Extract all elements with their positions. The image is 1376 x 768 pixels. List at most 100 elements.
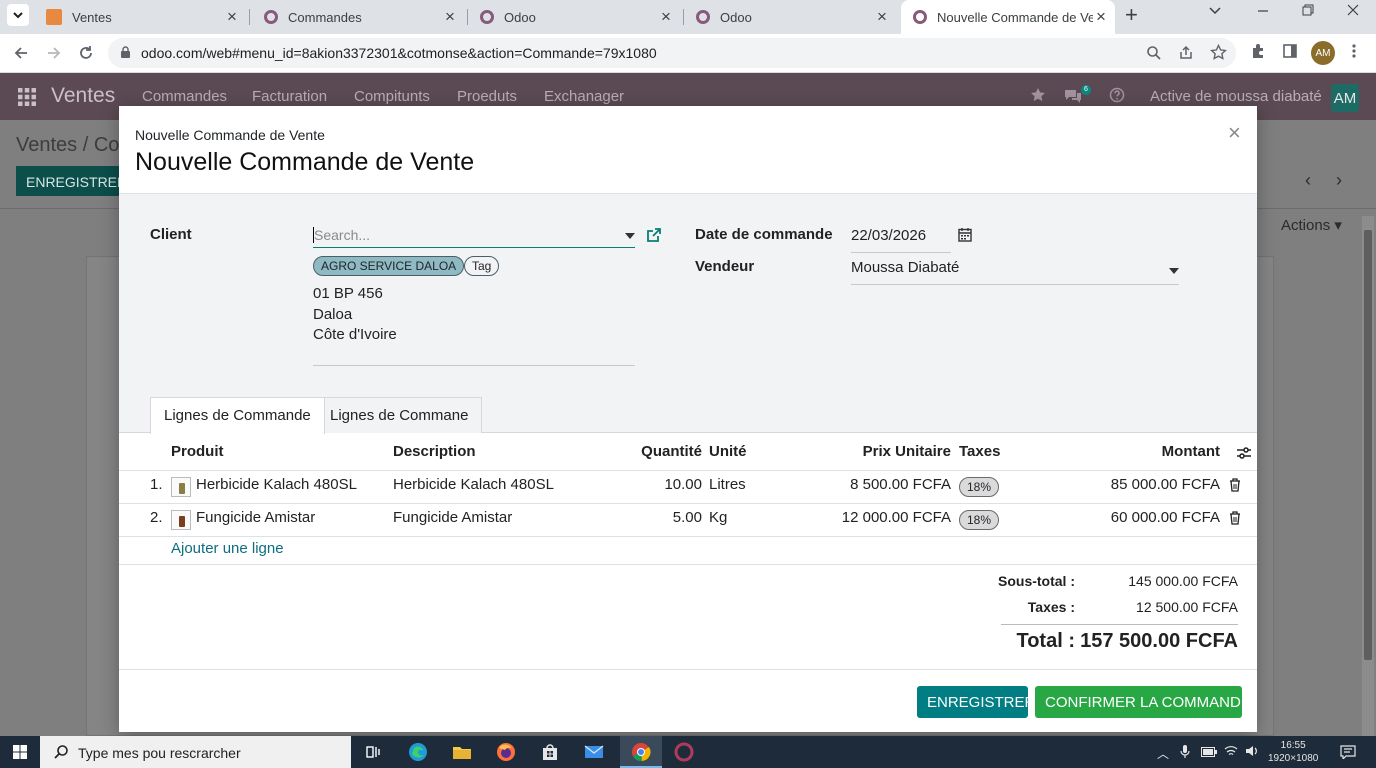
windows-start-icon[interactable] bbox=[13, 745, 27, 759]
star-icon[interactable] bbox=[1030, 87, 1046, 103]
add-line-link[interactable]: Ajouter une ligne bbox=[171, 540, 284, 557]
tax-badge[interactable]: 18% bbox=[959, 510, 1000, 530]
menu-compitunts[interactable]: Compitunts bbox=[354, 88, 430, 105]
browser-tab-active[interactable]: Nouvelle Commande de Vente × bbox=[901, 0, 1115, 34]
salesperson-field[interactable]: Moussa Diabaté bbox=[851, 259, 959, 276]
calendar-icon[interactable] bbox=[958, 227, 972, 242]
firefox-icon[interactable] bbox=[496, 742, 516, 762]
wifi-icon[interactable] bbox=[1224, 745, 1238, 757]
browser-tab-ventes[interactable]: Ventes × bbox=[34, 0, 250, 34]
help-icon[interactable] bbox=[1109, 87, 1125, 103]
menu-proeduts[interactable]: Proeduts bbox=[457, 88, 517, 105]
tab-close-icon[interactable]: × bbox=[442, 8, 458, 25]
column-header-taxes[interactable]: Taxes bbox=[959, 443, 1000, 460]
search-icon bbox=[54, 745, 68, 759]
tab-close-icon[interactable]: × bbox=[1093, 8, 1109, 25]
line-description[interactable]: Fungicide Amistar bbox=[393, 509, 512, 526]
side-panel-icon[interactable] bbox=[1282, 43, 1298, 59]
product-name[interactable]: Fungicide Amistar bbox=[196, 509, 315, 526]
mail-icon[interactable] bbox=[584, 742, 604, 762]
system-clock[interactable]: 16:55 1920×1080 bbox=[1268, 739, 1318, 765]
address-bar[interactable]: odoo.com/web#menu_id=8akion3372301&cotmo… bbox=[108, 38, 1236, 68]
column-header-quantity[interactable]: Quantité bbox=[622, 443, 702, 460]
minimize-icon[interactable] bbox=[1256, 3, 1270, 17]
column-header-product[interactable]: Produit bbox=[171, 443, 224, 460]
close-icon[interactable]: × bbox=[1228, 120, 1241, 146]
tray-chevron-up-icon[interactable]: ︿ bbox=[1157, 745, 1169, 762]
tab-order-lines-2[interactable]: Lignes de Commane bbox=[316, 397, 483, 433]
tab-close-icon[interactable]: × bbox=[658, 8, 674, 25]
browser-tab-bar: Ventes × Commandes × Odoo × Odoo × Nouve… bbox=[0, 0, 1376, 34]
line-unit-price[interactable]: 12 000.00 FCFA bbox=[819, 509, 951, 526]
new-tab-plus-icon[interactable]: + bbox=[1125, 4, 1138, 26]
volume-icon[interactable] bbox=[1245, 745, 1259, 757]
page-scrollbar[interactable] bbox=[1362, 216, 1374, 736]
task-view-icon[interactable] bbox=[363, 742, 383, 762]
caret-down-icon[interactable] bbox=[1169, 268, 1179, 274]
client-tag-badge[interactable]: AGRO SERVICE DALOA bbox=[313, 256, 465, 276]
product-name[interactable]: Herbicide Kalach 480SL bbox=[196, 476, 357, 493]
caret-down-icon[interactable] bbox=[625, 233, 635, 239]
browser-tab-odoo-2[interactable]: Odoo × bbox=[684, 0, 900, 34]
menu-commandes[interactable]: Commandes bbox=[142, 88, 227, 105]
close-window-icon[interactable] bbox=[1346, 3, 1360, 17]
browser-tab-odoo-1[interactable]: Odoo × bbox=[468, 0, 684, 34]
save-button[interactable]: ENREGISTRER bbox=[917, 686, 1035, 718]
column-header-unit-price[interactable]: Prix Unitaire bbox=[819, 443, 951, 460]
tab-close-icon[interactable]: × bbox=[224, 8, 240, 25]
tab-search-button[interactable] bbox=[7, 4, 29, 26]
tab-menu-chevron-icon[interactable] bbox=[1208, 3, 1222, 17]
opera-icon[interactable] bbox=[674, 742, 694, 762]
confirm-order-button[interactable]: CONFIRMER LA COMMANDE bbox=[1035, 686, 1251, 718]
trash-icon[interactable] bbox=[1229, 478, 1241, 492]
tax-badge[interactable]: 18% bbox=[959, 477, 1000, 497]
app-name[interactable]: Ventes bbox=[51, 84, 115, 108]
notification-center-icon[interactable] bbox=[1340, 745, 1356, 759]
client-search-input[interactable]: Search... bbox=[313, 224, 635, 248]
column-settings-icon[interactable] bbox=[1237, 446, 1251, 460]
dialog-body: Client Search... AGRO SERVICE DALOA Tag … bbox=[119, 194, 1257, 669]
profile-avatar[interactable]: AM bbox=[1311, 41, 1335, 65]
battery-icon[interactable] bbox=[1201, 747, 1217, 757]
taskbar-search-box[interactable]: Type mes pou rescrarcher bbox=[40, 736, 351, 768]
line-unit-price[interactable]: 8 500.00 FCFA bbox=[819, 476, 951, 493]
zoom-icon[interactable] bbox=[1146, 45, 1162, 61]
browser-tab-commandes[interactable]: Commandes × bbox=[252, 0, 468, 34]
tab-close-icon[interactable]: × bbox=[874, 8, 890, 25]
kebab-menu-icon[interactable] bbox=[1348, 43, 1360, 59]
line-unit[interactable]: Kg bbox=[709, 509, 727, 526]
trash-icon[interactable] bbox=[1229, 511, 1241, 525]
extensions-puzzle-icon[interactable] bbox=[1250, 43, 1266, 59]
column-header-amount[interactable]: Montant bbox=[1119, 443, 1220, 460]
line-quantity[interactable]: 10.00 bbox=[622, 476, 702, 493]
line-description[interactable]: Herbicide Kalach 480SL bbox=[393, 476, 554, 493]
app-grid-icon[interactable] bbox=[18, 88, 36, 106]
column-header-unit[interactable]: Unité bbox=[709, 443, 747, 460]
back-arrow-icon[interactable] bbox=[10, 42, 32, 64]
share-icon[interactable] bbox=[1178, 45, 1194, 61]
file-explorer-icon[interactable] bbox=[452, 742, 472, 762]
microphone-icon[interactable] bbox=[1180, 745, 1190, 759]
tab-order-lines[interactable]: Lignes de Commande bbox=[150, 397, 325, 434]
line-quantity[interactable]: 5.00 bbox=[622, 509, 702, 526]
column-header-description[interactable]: Description bbox=[393, 443, 476, 460]
user-avatar[interactable]: AM bbox=[1331, 84, 1359, 112]
edge-browser-icon[interactable] bbox=[408, 742, 428, 762]
clock-time: 16:55 bbox=[1280, 740, 1306, 751]
bookmark-star-icon[interactable] bbox=[1210, 44, 1227, 61]
line-unit[interactable]: Litres bbox=[709, 476, 746, 493]
external-link-icon[interactable] bbox=[646, 227, 662, 243]
line-amount: 60 000.00 FCFA bbox=[1110, 509, 1220, 526]
reload-icon[interactable] bbox=[75, 42, 97, 64]
company-name[interactable]: Active de moussa diabaté bbox=[1150, 88, 1322, 105]
menu-facturation[interactable]: Facturation bbox=[252, 88, 327, 105]
chat-bubbles-icon[interactable] bbox=[1063, 87, 1083, 105]
forward-arrow-icon[interactable] bbox=[43, 42, 65, 64]
taskbar-active-app[interactable] bbox=[620, 736, 662, 768]
menu-exchanager[interactable]: Exchanager bbox=[544, 88, 624, 105]
order-date-field[interactable]: 22/03/2026 bbox=[851, 227, 926, 244]
store-icon[interactable] bbox=[540, 742, 560, 762]
tab-title: Nouvelle Commande de Vente bbox=[937, 9, 1093, 25]
restore-icon[interactable] bbox=[1301, 3, 1315, 17]
tag-badge[interactable]: Tag bbox=[464, 256, 500, 276]
